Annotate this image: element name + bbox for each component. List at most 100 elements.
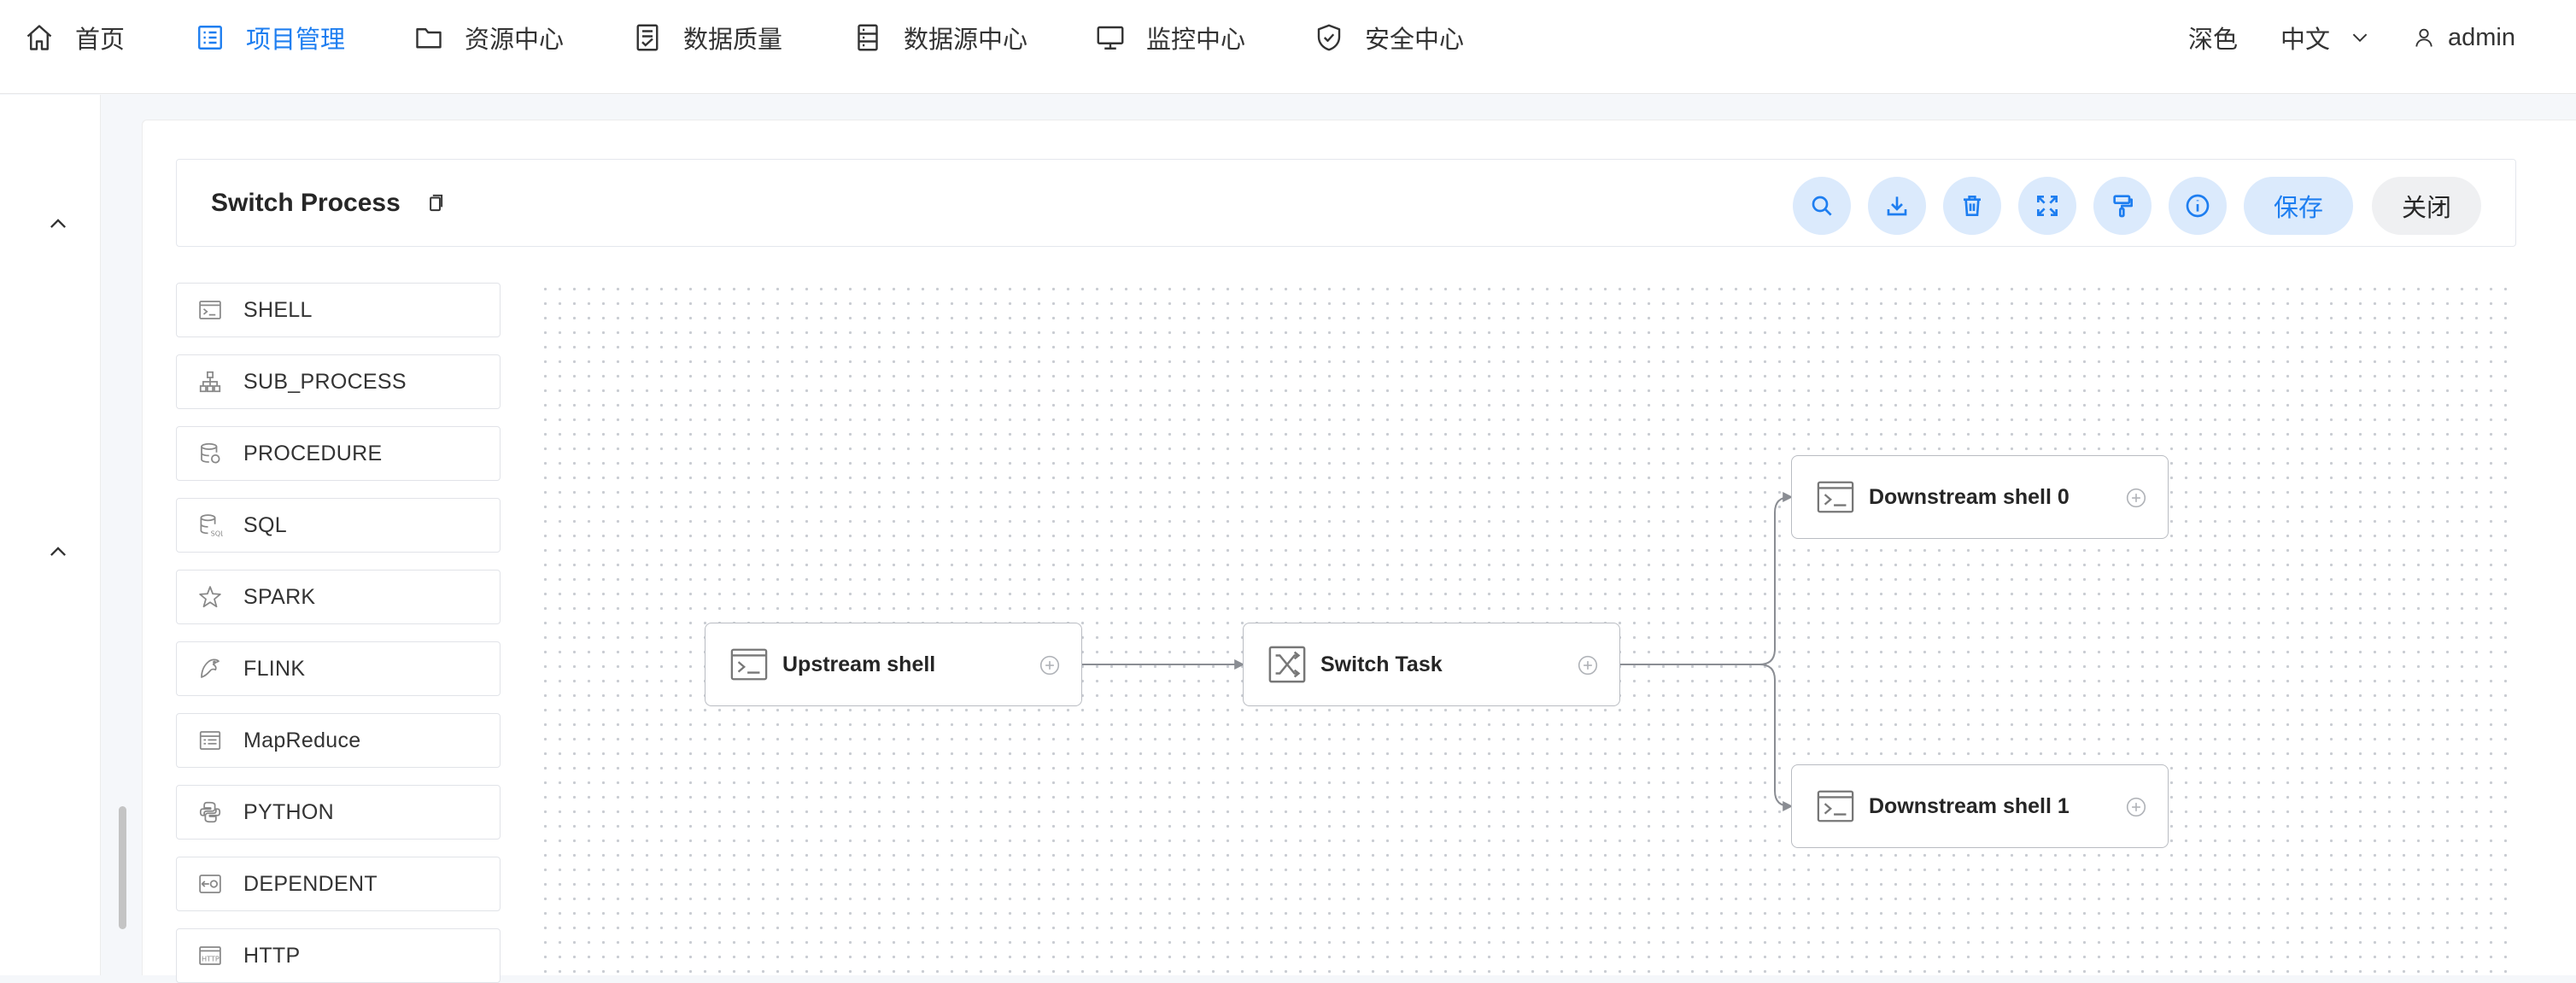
shell-icon: [196, 295, 225, 325]
dag-node-upstream-shell[interactable]: Upstream shell: [705, 623, 1082, 706]
palette-item-http[interactable]: HTTP HTTP: [176, 928, 501, 983]
user-icon: [2412, 26, 2436, 50]
palette-item-sub-process[interactable]: SUB_PROCESS: [176, 354, 501, 409]
fullscreen-button[interactable]: [2018, 177, 2076, 235]
palette-item-mapreduce[interactable]: MapReduce: [176, 713, 501, 768]
add-circle-icon[interactable]: [1577, 654, 1599, 676]
dag-node-label: Switch Task: [1320, 652, 1443, 676]
language-label: 中文: [2280, 26, 2331, 54]
save-button[interactable]: 保存: [2244, 177, 2353, 235]
sub-process-icon: [196, 367, 225, 396]
shell-icon: [1816, 477, 1855, 517]
shell-icon: [729, 645, 769, 684]
user-name: admin: [2448, 23, 2515, 51]
search-icon: [1808, 192, 1835, 219]
user-menu[interactable]: admin: [2412, 0, 2515, 75]
sql-icon: SQL: [196, 511, 225, 540]
format-brush-icon: [2109, 192, 2136, 219]
monitor-icon: [1093, 20, 1127, 55]
palette-item-label: SHELL: [243, 297, 313, 322]
palette-item-spark[interactable]: SPARK: [176, 570, 501, 624]
palette-item-flink[interactable]: FLINK: [176, 641, 501, 696]
copy-icon[interactable]: [419, 188, 450, 219]
mapreduce-icon: [196, 726, 225, 755]
nav-item-label: 数据源中心: [904, 26, 1028, 54]
palette-item-label: FLINK: [243, 656, 306, 681]
sidebar-collapse-button[interactable]: [41, 535, 75, 569]
palette-item-label: PROCEDURE: [243, 441, 383, 465]
dag-node-downstream-shell-0[interactable]: Downstream shell 0: [1791, 455, 2169, 539]
procedure-icon: [196, 439, 225, 468]
palette-item-label: PYTHON: [243, 799, 334, 824]
add-circle-icon[interactable]: [1039, 654, 1061, 676]
folder-icon: [412, 20, 446, 55]
palette-item-dependent[interactable]: DEPENDENT: [176, 857, 501, 911]
nav-item-label: 资源中心: [465, 26, 565, 54]
dag-node-label: Upstream shell: [782, 652, 936, 676]
add-circle-icon[interactable]: [2125, 487, 2147, 509]
nav-item-label: 监控中心: [1146, 26, 1246, 54]
theme-label: 深色: [2188, 26, 2239, 54]
flink-icon: [196, 654, 225, 683]
chevron-up-icon: [46, 212, 70, 236]
server-icon: [851, 20, 885, 55]
language-select[interactable]: 中文: [2280, 0, 2371, 75]
download-button[interactable]: [1868, 177, 1926, 235]
nav-item-security-center[interactable]: 安全中心: [1312, 0, 1464, 75]
nav-item-resource-center[interactable]: 资源中心: [412, 0, 564, 75]
spark-icon: [196, 582, 225, 611]
info-icon: [2184, 192, 2211, 219]
shell-icon: [1816, 787, 1855, 826]
close-button[interactable]: 关闭: [2372, 177, 2481, 235]
switch-icon: [1268, 645, 1307, 684]
project-list-icon: [193, 20, 227, 55]
home-icon: [22, 20, 56, 55]
svg-text:HTTP: HTTP: [202, 954, 220, 963]
delete-button[interactable]: [1943, 177, 2001, 235]
shield-check-icon: [1312, 20, 1346, 55]
nav-item-label: 项目管理: [246, 26, 346, 54]
top-navigation-bar: 首页 项目管理 资源中心 数据质量 数据源中心 监控中心 安全中心 深色 中文 …: [0, 0, 2576, 94]
nav-item-label: 首页: [75, 26, 126, 54]
dag-node-switch-task[interactable]: Switch Task: [1243, 623, 1620, 706]
dag-node-downstream-shell-1[interactable]: Downstream shell 1: [1791, 764, 2169, 848]
workflow-toolbar: Switch Process 保存 关闭: [176, 159, 2516, 247]
palette-item-label: SUB_PROCESS: [243, 369, 407, 394]
left-sidebar: [0, 95, 101, 975]
nav-item-home[interactable]: 首页: [22, 0, 125, 75]
palette-item-label: MapReduce: [243, 728, 361, 752]
delete-icon: [1958, 192, 1986, 219]
sidebar-collapse-button[interactable]: [41, 207, 75, 241]
theme-switch[interactable]: 深色: [2188, 0, 2238, 75]
nav-item-monitor-center[interactable]: 监控中心: [1093, 0, 1245, 75]
dependent-icon: [196, 869, 225, 898]
add-circle-icon[interactable]: [2125, 796, 2147, 818]
chevron-up-icon: [46, 540, 70, 564]
svg-text:SQL: SQL: [211, 530, 223, 538]
dag-node-label: Downstream shell 1: [1869, 793, 2070, 818]
dag-node-label: Downstream shell 0: [1869, 484, 2070, 509]
download-icon: [1883, 192, 1911, 219]
palette-item-label: SQL: [243, 512, 287, 537]
document-check-icon: [630, 20, 664, 55]
nav-item-label: 数据质量: [683, 26, 783, 54]
format-button[interactable]: [2093, 177, 2152, 235]
nav-item-datasource-center[interactable]: 数据源中心: [851, 0, 1027, 75]
palette-item-label: SPARK: [243, 584, 316, 609]
info-button[interactable]: [2169, 177, 2227, 235]
nav-item-data-quality[interactable]: 数据质量: [630, 0, 782, 75]
workflow-title: Switch Process: [211, 188, 401, 217]
python-icon: [196, 798, 225, 827]
nav-item-project-management[interactable]: 项目管理: [193, 0, 345, 75]
palette-item-sql[interactable]: SQL SQL: [176, 498, 501, 553]
fullscreen-icon: [2034, 192, 2061, 219]
http-icon: HTTP: [196, 941, 225, 970]
search-button[interactable]: [1793, 177, 1851, 235]
chevron-down-icon: [2349, 26, 2371, 49]
palette-item-label: HTTP: [243, 943, 301, 968]
palette-item-label: DEPENDENT: [243, 871, 378, 896]
sidebar-scrollbar[interactable]: [119, 806, 126, 929]
palette-item-python[interactable]: PYTHON: [176, 785, 501, 840]
palette-item-procedure[interactable]: PROCEDURE: [176, 426, 501, 481]
palette-item-shell[interactable]: SHELL: [176, 283, 501, 337]
